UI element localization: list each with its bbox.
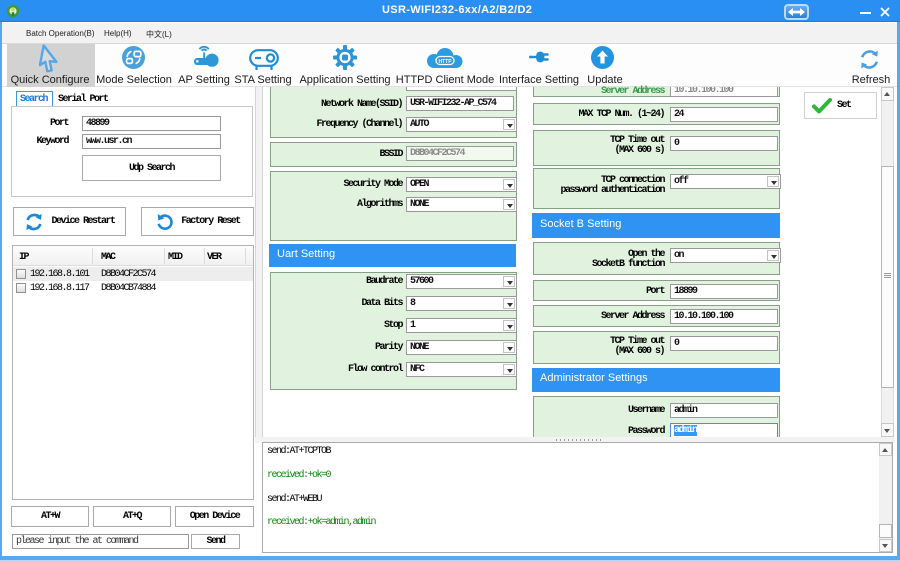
svg-text:HTTP: HTTP — [438, 59, 452, 65]
